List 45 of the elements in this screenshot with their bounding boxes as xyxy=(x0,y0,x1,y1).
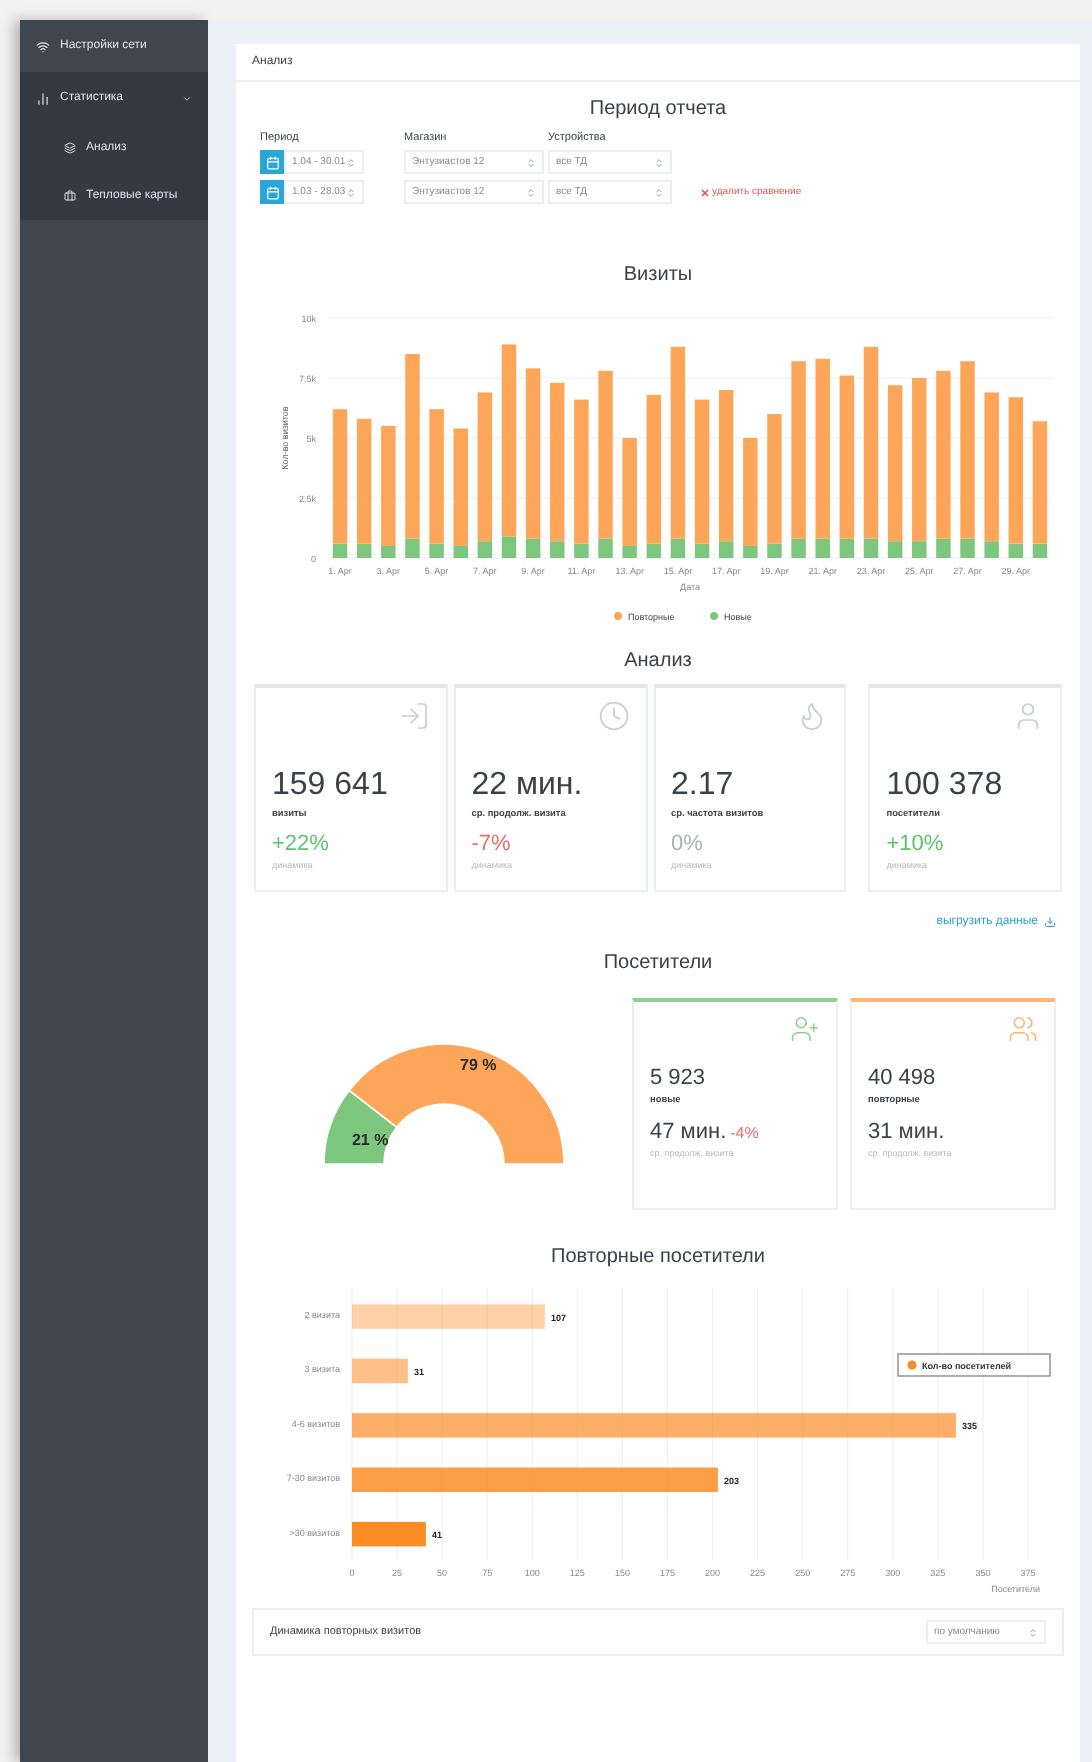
stat-delta: 0% xyxy=(671,832,705,856)
calendar-button[interactable] xyxy=(260,150,284,174)
stat-delta: +22% xyxy=(272,832,331,856)
section-title: Анализ xyxy=(622,648,694,676)
stat-delta: +10% xyxy=(886,832,946,856)
stat-time: 31 мин. xyxy=(868,1120,945,1144)
users-icon xyxy=(1008,1014,1038,1044)
chevron-icon xyxy=(182,93,192,103)
layers-icon xyxy=(64,142,76,154)
stat-value: 159 641 xyxy=(272,768,390,804)
stat-value: 2.17 xyxy=(671,768,736,804)
clock-icon xyxy=(597,700,629,732)
calendar-icon xyxy=(265,155,279,169)
updown-icon xyxy=(654,187,664,197)
updown-icon xyxy=(1028,1627,1038,1637)
login-icon xyxy=(397,700,430,732)
section-title: Посетители xyxy=(601,950,715,978)
updown-icon xyxy=(526,157,536,167)
stat-value: 5 923 xyxy=(650,1066,708,1090)
section-title: Повторные посетители xyxy=(549,1244,767,1272)
download-icon xyxy=(1044,916,1056,928)
close-icon xyxy=(700,187,710,197)
slice-label: 21 % xyxy=(351,1130,389,1149)
chart-bar xyxy=(352,1358,408,1384)
updown-icon xyxy=(345,157,356,167)
calendar-button[interactable] xyxy=(260,180,284,204)
stat-time: 47 мин. xyxy=(650,1120,727,1144)
user-plus-icon xyxy=(790,1014,820,1044)
bar-chart-icon xyxy=(36,91,50,105)
stat-value: 40 498 xyxy=(868,1066,938,1090)
chart-bar xyxy=(352,1521,426,1547)
updown-icon xyxy=(654,157,664,167)
calendar-icon xyxy=(265,185,279,199)
stat-value: 100 378 xyxy=(886,768,1005,804)
stat-delta: -7% xyxy=(471,832,513,856)
wifi-icon xyxy=(36,39,50,53)
updown-icon xyxy=(526,187,536,197)
section-title: Период отчета xyxy=(587,96,729,124)
updown-icon xyxy=(345,187,356,197)
slice-label: 79 % xyxy=(460,1055,497,1074)
user-icon xyxy=(1012,700,1044,732)
stat-delta: -4% xyxy=(730,1124,759,1142)
briefcase-icon xyxy=(64,190,76,202)
section-title: Визиты xyxy=(621,262,695,290)
stat-value: 22 мин. xyxy=(471,768,585,804)
